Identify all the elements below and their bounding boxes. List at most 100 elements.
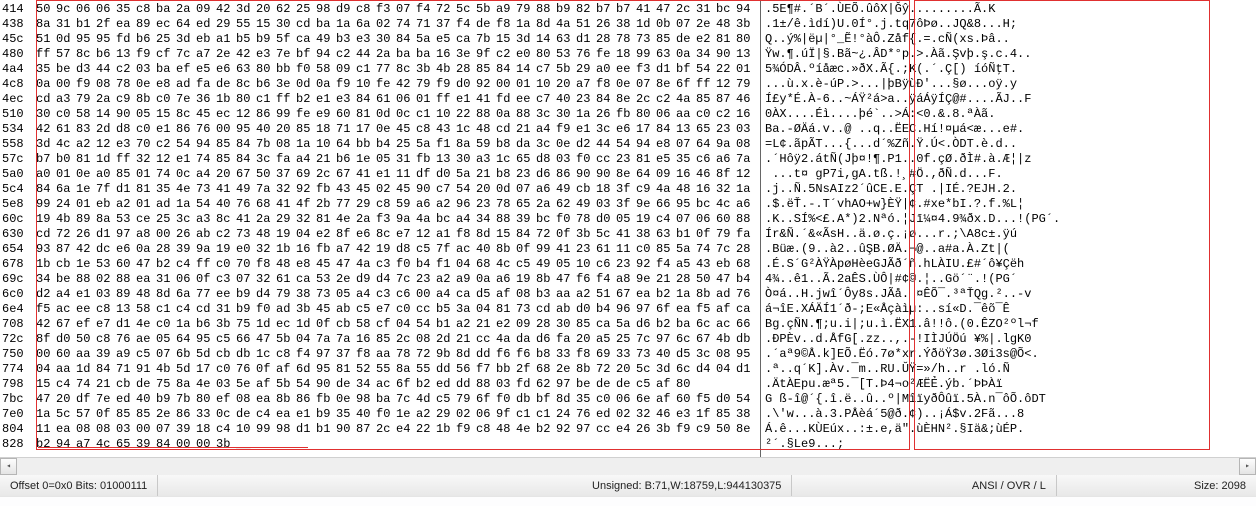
hex-byte[interactable]: fb: [616, 107, 636, 122]
hex-byte[interactable]: 1a: [676, 287, 696, 302]
hex-byte[interactable]: f8: [496, 17, 516, 32]
hex-byte[interactable]: e3: [676, 407, 696, 422]
hex-byte[interactable]: 2a: [256, 212, 276, 227]
hex-byte[interactable]: 95: [96, 32, 116, 47]
hex-byte[interactable]: f9: [676, 422, 696, 437]
hex-byte[interactable]: b2: [156, 257, 176, 272]
hex-byte[interactable]: 40: [476, 242, 496, 257]
hex-byte[interactable]: 72: [596, 362, 616, 377]
hex-byte[interactable]: 14: [536, 32, 556, 47]
hex-byte[interactable]: 28: [536, 317, 556, 332]
hex-byte[interactable]: ad: [156, 197, 176, 212]
hex-byte[interactable]: f9: [336, 77, 356, 92]
hex-byte[interactable]: 42: [396, 77, 416, 92]
hex-byte[interactable]: 24: [556, 407, 576, 422]
hex-byte[interactable]: de: [236, 407, 256, 422]
hex-byte[interactable]: ef: [176, 62, 196, 77]
hex-byte[interactable]: 39: [516, 212, 536, 227]
hex-byte[interactable]: b2: [416, 377, 436, 392]
hex-byte[interactable]: 20: [216, 167, 236, 182]
hex-byte[interactable]: 85: [376, 332, 396, 347]
hex-byte[interactable]: c8: [416, 122, 436, 137]
hex-byte[interactable]: 28: [736, 242, 756, 257]
hex-byte[interactable]: 09: [336, 62, 356, 77]
hex-byte[interactable]: 1b: [276, 242, 296, 257]
hex-byte[interactable]: ba: [676, 317, 696, 332]
hex-byte[interactable]: 13: [676, 122, 696, 137]
hex-byte[interactable]: 8c: [236, 77, 256, 92]
hex-byte[interactable]: 13: [736, 47, 756, 62]
hex-byte[interactable]: ef: [76, 317, 96, 332]
hex-byte[interactable]: ed: [116, 392, 136, 407]
hex-byte[interactable]: 8b: [696, 287, 716, 302]
hex-byte[interactable]: 0f: [316, 317, 336, 332]
hex-byte[interactable]: fd: [116, 32, 136, 47]
ascii-row[interactable]: Í£y*É.À-6..~ÁŸ²á>a..ÿáÁÿÍÇ@#....ÃJ..F: [765, 92, 1060, 107]
hex-byte[interactable]: 60: [116, 257, 136, 272]
hex-byte[interactable]: 25: [616, 332, 636, 347]
hex-byte[interactable]: 0a: [36, 77, 56, 92]
hex-byte[interactable]: cc: [596, 152, 616, 167]
hex-byte[interactable]: 2c: [376, 422, 396, 437]
hex-byte[interactable]: 11: [616, 242, 636, 257]
hex-byte[interactable]: cd: [196, 302, 216, 317]
ascii-row[interactable]: 4¾..ê1..Ã.2aÊS.ÙÔ|#¢©.¦..Gö´¨.!(PG´: [765, 272, 1060, 287]
hex-byte[interactable]: 23: [576, 242, 596, 257]
hex-byte[interactable]: 33: [556, 347, 576, 362]
hex-byte[interactable]: f8: [356, 347, 376, 362]
hex-byte[interactable]: 8e: [616, 92, 636, 107]
hex-byte[interactable]: 54: [196, 197, 216, 212]
hex-byte[interactable]: 1a: [296, 137, 316, 152]
hex-byte[interactable]: ff: [696, 77, 716, 92]
hex-byte[interactable]: 77: [196, 287, 216, 302]
hex-byte[interactable]: 44: [356, 47, 376, 62]
hex-byte[interactable]: f4: [296, 347, 316, 362]
hex-byte[interactable]: 34: [476, 212, 496, 227]
hex-byte[interactable]: a0: [36, 167, 56, 182]
hex-byte[interactable]: c1: [516, 407, 536, 422]
hex-byte[interactable]: a4: [196, 167, 216, 182]
hex-byte[interactable]: 17: [356, 122, 376, 137]
hex-byte[interactable]: c4: [656, 212, 676, 227]
hex-byte[interactable]: b6: [96, 47, 116, 62]
hex-byte[interactable]: b2: [656, 317, 676, 332]
hex-byte[interactable]: e3: [336, 92, 356, 107]
hex-byte[interactable]: 41: [216, 182, 236, 197]
hex-byte[interactable]: 86: [556, 167, 576, 182]
hex-byte[interactable]: 94: [316, 47, 336, 62]
hex-byte[interactable]: e8: [156, 77, 176, 92]
hex-byte[interactable]: f5: [696, 302, 716, 317]
hex-byte[interactable]: 65: [516, 197, 536, 212]
hex-byte[interactable]: a6: [716, 152, 736, 167]
hex-byte[interactable]: 84: [516, 227, 536, 242]
hex-byte[interactable]: 38: [736, 407, 756, 422]
hex-byte[interactable]: 20: [256, 2, 276, 17]
hex-byte[interactable]: 5d: [196, 347, 216, 362]
hex-byte[interactable]: 35: [576, 392, 596, 407]
hex-byte[interactable]: 13: [116, 302, 136, 317]
hex-byte[interactable]: 64: [176, 17, 196, 32]
hex-byte[interactable]: 65: [116, 437, 136, 452]
hex-byte[interactable]: 83: [76, 122, 96, 137]
hex-byte[interactable]: f6: [516, 347, 536, 362]
hex-byte[interactable]: aa: [676, 107, 696, 122]
hex-byte[interactable]: be: [56, 62, 76, 77]
hex-byte[interactable]: 00: [156, 227, 176, 242]
hex-byte[interactable]: 34: [356, 377, 376, 392]
hex-byte[interactable]: ba: [156, 62, 176, 77]
hex-byte[interactable]: 09: [656, 167, 676, 182]
hex-byte[interactable]: b6: [136, 32, 156, 47]
hex-byte[interactable]: 35: [336, 407, 356, 422]
hex-byte[interactable]: 3d: [656, 362, 676, 377]
hex-byte[interactable]: 8d: [456, 347, 476, 362]
hex-byte[interactable]: d1: [656, 62, 676, 77]
hex-byte[interactable]: 0a: [476, 272, 496, 287]
hex-byte[interactable]: e2: [316, 227, 336, 242]
hex-byte[interactable]: 04: [456, 257, 476, 272]
hex-byte[interactable]: 58: [136, 302, 156, 317]
hex-byte[interactable]: 1b: [36, 257, 56, 272]
hex-byte[interactable]: 66: [736, 317, 756, 332]
hex-byte[interactable]: 63: [656, 47, 676, 62]
hex-byte[interactable]: a1: [216, 32, 236, 47]
hex-byte[interactable]: e4: [396, 422, 416, 437]
